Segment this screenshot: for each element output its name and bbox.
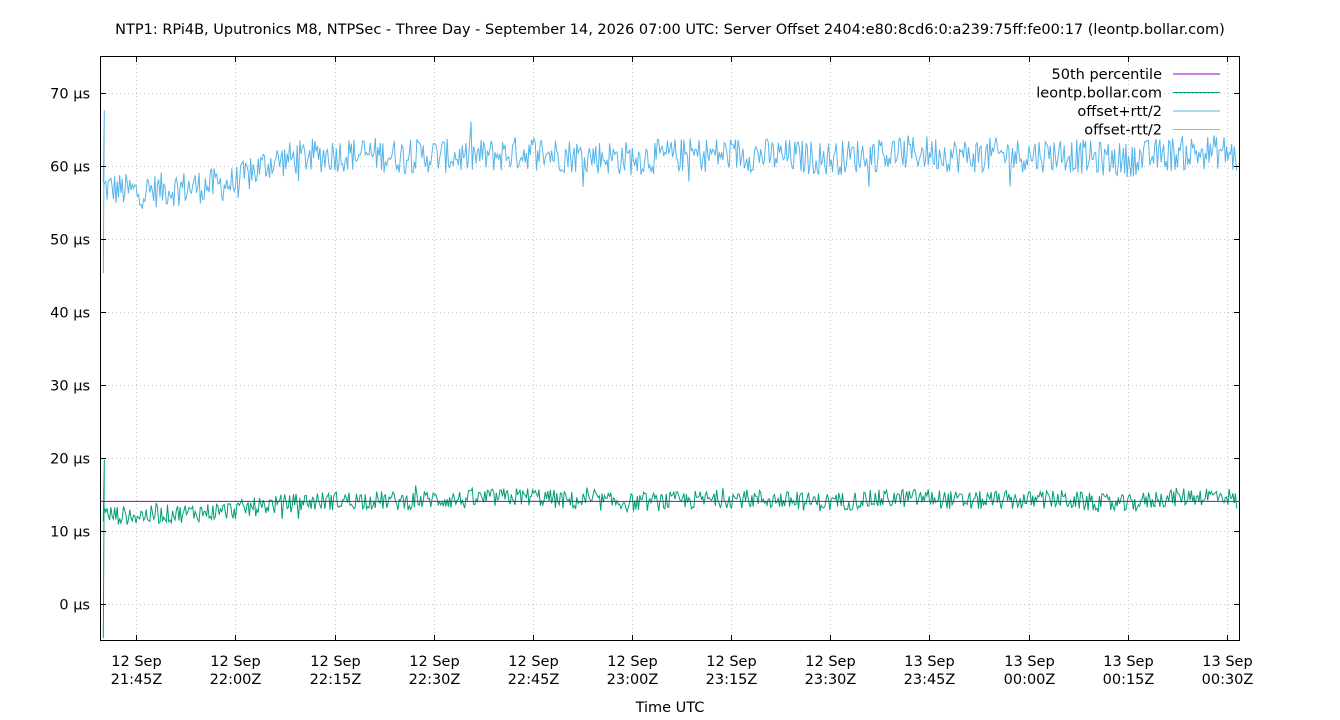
x-tick-label-time: 23:30Z: [805, 672, 857, 688]
series-layer: [100, 110, 1240, 639]
x-tick-label-date: 12 Sep: [607, 654, 657, 670]
legend-label: offset+rtt/2: [1077, 104, 1162, 120]
chart-title: NTP1: RPi4B, Uputronics M8, NTPSec - Thr…: [115, 22, 1225, 38]
x-tick-label-time: 00:15Z: [1103, 672, 1155, 688]
y-tick-label: 10 µs: [50, 525, 90, 541]
x-tick-label-time: 23:45Z: [904, 672, 956, 688]
x-tick-label-date: 13 Sep: [1103, 654, 1153, 670]
y-axis: 0 µs 10 µs 20 µs 30 µs 40 µs 50 µs 60 µs 70 µs: [50, 87, 1240, 614]
x-axis-title: Time UTC: [635, 700, 705, 716]
series-leontp-line: [102, 459, 1238, 639]
x-tick-label-time: 22:15Z: [310, 672, 362, 688]
y-tick-label: 30 µs: [50, 379, 90, 395]
series-offset-plus-rtt-line: [102, 110, 1238, 274]
y-tick-label: 0 µs: [59, 598, 90, 614]
legend-label: leontp.bollar.com: [1036, 86, 1162, 102]
x-tick-label-date: 13 Sep: [904, 654, 954, 670]
y-tick-label: 40 µs: [50, 306, 90, 322]
x-tick-label-time: 21:45Z: [111, 672, 163, 688]
legend-label: 50th percentile: [1052, 67, 1163, 83]
y-tick-label: 50 µs: [50, 233, 90, 249]
y-tick-label: 70 µs: [50, 87, 90, 103]
x-tick-label-date: 12 Sep: [111, 654, 161, 670]
x-tick-label-date: 12 Sep: [508, 654, 558, 670]
plot-frame: [100, 56, 1240, 641]
y-tick-label: 60 µs: [50, 160, 90, 176]
x-tick-label-date: 13 Sep: [1004, 654, 1054, 670]
y-tick-label: 20 µs: [50, 452, 90, 468]
x-tick-label-time: 22:45Z: [508, 672, 560, 688]
grid: [100, 56, 1240, 641]
x-tick-label-date: 12 Sep: [706, 654, 756, 670]
x-tick-label-time: 22:00Z: [210, 672, 262, 688]
chart: NTP1: RPi4B, Uputronics M8, NTPSec - Thr…: [50, 22, 1254, 716]
legend: 50th percentile leontp.bollar.com offset+r…: [1036, 67, 1220, 139]
legend-label: offset-rtt/2: [1084, 123, 1162, 139]
x-tick-label-date: 13 Sep: [1202, 654, 1252, 670]
x-tick-label-date: 12 Sep: [210, 654, 260, 670]
x-tick-label-date: 12 Sep: [409, 654, 459, 670]
x-tick-label-time: 00:30Z: [1202, 672, 1254, 688]
x-tick-label-time: 22:30Z: [409, 672, 461, 688]
x-tick-label-time: 00:00Z: [1004, 672, 1056, 688]
x-tick-label-date: 12 Sep: [310, 654, 360, 670]
x-tick-label-date: 12 Sep: [805, 654, 855, 670]
x-tick-label-time: 23:15Z: [706, 672, 758, 688]
x-tick-label-time: 23:00Z: [607, 672, 659, 688]
